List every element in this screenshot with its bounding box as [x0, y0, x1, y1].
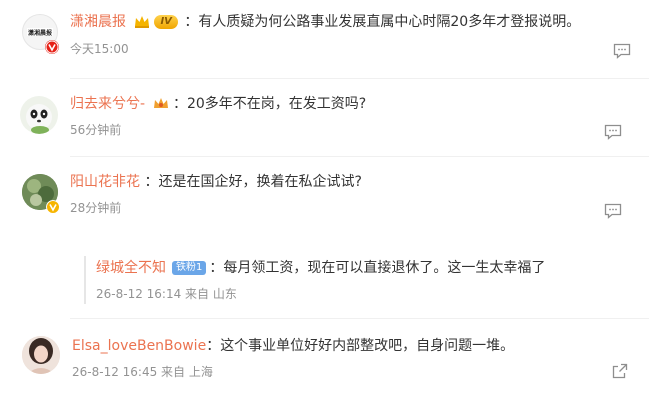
divider: [70, 318, 649, 319]
comment-item: 潇湘晨报 潇湘晨报 IV ：有人质疑为何公路事业发展直属中心时隔20多年才登报说…: [0, 0, 649, 80]
verified-v-icon: [45, 40, 59, 54]
username-link[interactable]: 绿城全不知: [96, 260, 166, 276]
comment-text: 有人质疑为何公路事业发展直属中心时隔20多年才登报说明。: [198, 14, 581, 30]
comment-item: 阳山花非花 ：还是在国企好，换着在私企试试? 28分钟前: [0, 158, 649, 230]
share-icon[interactable]: [612, 363, 628, 379]
comment-line: 归去来兮兮- ：20多年不在岗，在发工资吗?: [70, 94, 366, 114]
username-link[interactable]: 潇湘晨报: [70, 14, 126, 30]
comment-text: 还是在国企好，换着在私企试试?: [158, 174, 362, 190]
comment-line: Elsa_loveBenBowie：这个事业单位好好内部整改吧，自身问题一堆。: [72, 336, 514, 356]
comment-text: 20多年不在岗，在发工资吗?: [186, 96, 367, 112]
comment-text: 这个事业单位好好内部整改吧，自身问题一堆。: [220, 338, 515, 354]
avatar-logo-text: 潇湘晨报: [28, 29, 52, 37]
comment-line: 阳山花非花 ：还是在国企好，换着在私企试试?: [70, 172, 362, 192]
separator: ：: [144, 174, 159, 190]
username-link[interactable]: 归去来兮兮-: [70, 96, 145, 112]
separator: ：: [209, 260, 224, 276]
divider: [70, 78, 649, 79]
crown-icon: [153, 98, 168, 108]
fan-badge: 铁粉1: [172, 261, 207, 275]
reply-indent-bar: [84, 256, 86, 304]
panda-avatar-icon: [26, 104, 52, 134]
timestamp: 今天15:00: [70, 42, 129, 56]
comment-item: Elsa_loveBenBowie：这个事业单位好好内部整改吧，自身问题一堆。 …: [0, 322, 649, 402]
divider: [70, 156, 649, 157]
crown-icon: [135, 16, 150, 28]
separator: ：: [206, 338, 221, 354]
comment-text: 每月领工资，现在可以直接退休了。这一生太幸福了: [223, 260, 546, 276]
separator: ：: [184, 14, 199, 30]
username-link[interactable]: Elsa_loveBenBowie: [72, 338, 206, 354]
comment-line: 潇湘晨报 IV ：有人质疑为何公路事业发展直属中心时隔20多年才登报说明。: [70, 12, 580, 32]
separator: ：: [172, 96, 187, 112]
comment-bubble-icon[interactable]: [613, 43, 631, 59]
username-link[interactable]: 阳山花非花: [70, 174, 140, 190]
nested-reply: 绿城全不知 铁粉1 ：每月领工资，现在可以直接退休了。这一生太幸福了 26-8-12…: [0, 248, 649, 319]
comment-line: 绿城全不知 铁粉1 ：每月领工资，现在可以直接退休了。这一生太幸福了: [96, 258, 545, 278]
level-badge: IV: [154, 15, 178, 29]
avatar[interactable]: [20, 96, 58, 134]
timestamp: 56分钟前: [70, 123, 122, 137]
timestamp: 26-8-12 16:14 来自 山东: [96, 287, 237, 301]
comment-bubble-icon[interactable]: [604, 203, 622, 219]
comment-bubble-icon[interactable]: [604, 124, 622, 140]
timestamp: 26-8-12 16:45 来自 上海: [72, 365, 213, 379]
timestamp: 28分钟前: [70, 201, 122, 215]
comment-item: 归去来兮兮- ：20多年不在岗，在发工资吗? 56分钟前: [0, 80, 649, 158]
user-photo-icon: [22, 336, 60, 374]
avatar[interactable]: [22, 336, 60, 374]
verified-v-gold-icon: [46, 200, 60, 214]
